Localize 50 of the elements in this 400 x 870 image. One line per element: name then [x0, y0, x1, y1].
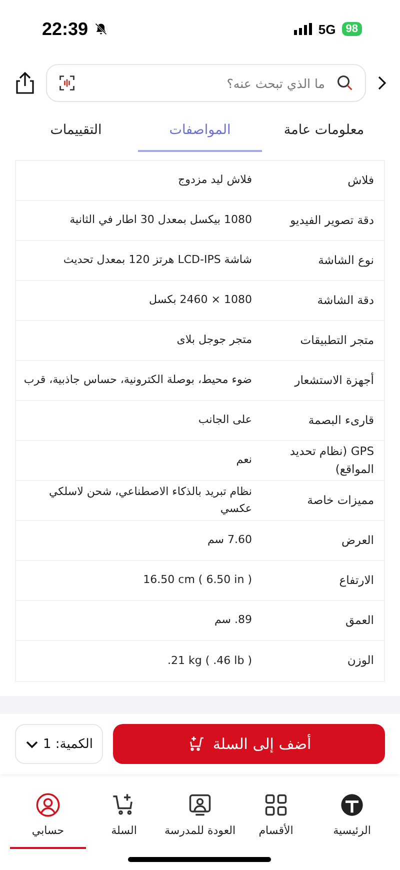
add-to-cart-button[interactable]: أضف إلى السلة: [113, 724, 385, 764]
logo-icon: [339, 792, 365, 818]
spec-label: فلاش: [346, 172, 375, 189]
share-icon[interactable]: [14, 71, 36, 95]
search-icon: [336, 74, 354, 92]
spec-value: متجر جوجل بلاى: [176, 332, 253, 348]
spec-label: أجهزة الاستشعار: [293, 372, 375, 389]
voice-scan-icon[interactable]: [58, 74, 76, 92]
spec-value: شاشة LCD-IPS هرتز 120 بمعدل تحديث: [62, 252, 253, 268]
account-icon: [35, 792, 61, 818]
nav-item[interactable]: السلة: [86, 792, 162, 849]
tab[interactable]: التقييمات: [14, 112, 138, 152]
nav-item[interactable]: الأقسام: [238, 792, 314, 849]
tab[interactable]: المواصفات: [138, 112, 262, 152]
spec-label: الارتفاع: [338, 572, 375, 589]
spec-label: قارىء البصمة: [307, 412, 375, 429]
bell-off-icon: [94, 22, 108, 36]
spec-label: دقة تصوير الفيديو: [288, 212, 375, 229]
spec-label: مميزات خاصة: [306, 492, 375, 509]
spec-value: 1080 بيكسل بمعدل 30 اطار في الثانية: [68, 212, 253, 228]
spec-value: نظام تبريد بالذكاء الاصطناعي، شحن لاسلكي عكسي: [48, 484, 253, 517]
grid-icon: [263, 792, 289, 818]
chevron-right-icon[interactable]: [376, 74, 388, 92]
spec-value: 1080 × 2460 بكسل: [148, 292, 253, 308]
spec-label: دقة الشاشة: [316, 292, 375, 309]
spec-label: العرض: [340, 532, 375, 549]
search-field[interactable]: ما الذي تبحث عنه؟: [46, 64, 366, 102]
nav-item[interactable]: حسابي: [10, 792, 86, 849]
signal-icon: [294, 23, 312, 35]
nav-item[interactable]: العودة للمدرسة: [162, 792, 238, 849]
spec-value: 89. سم: [213, 612, 253, 628]
spec-value: فلاش ليد مزدوج: [177, 172, 253, 188]
tab[interactable]: معلومات عامة: [262, 112, 386, 152]
spec-label: نوع الشاشة: [317, 252, 375, 269]
spec-value: 7.60 سم: [206, 532, 253, 548]
spec-label: الوزن: [346, 652, 375, 670]
nav-item[interactable]: الرئيسية: [314, 792, 390, 849]
spec-value: 16.50 cm ( 6.50 in ): [142, 572, 253, 588]
network-type: 5G: [318, 22, 336, 36]
spec-value: .21 kg ( .46 lb ): [166, 652, 253, 669]
spec-label: العمق: [344, 612, 375, 629]
quantity-dropdown[interactable]: الكمية: 1: [15, 724, 103, 764]
spec-value: على الجانب: [197, 412, 253, 428]
status-time: 22:39: [42, 18, 88, 40]
spec-label: GPS (نظام تحديد المواقع): [288, 443, 375, 478]
battery-level: 98: [342, 22, 362, 36]
spec-label: متجر التطبيقات: [299, 332, 375, 349]
person-board-icon: [187, 792, 213, 818]
spec-value: ضوء محيط، بوصلة الكترونية، حساس جاذبية، قرب: [22, 372, 253, 388]
spec-value: نعم: [235, 452, 253, 468]
